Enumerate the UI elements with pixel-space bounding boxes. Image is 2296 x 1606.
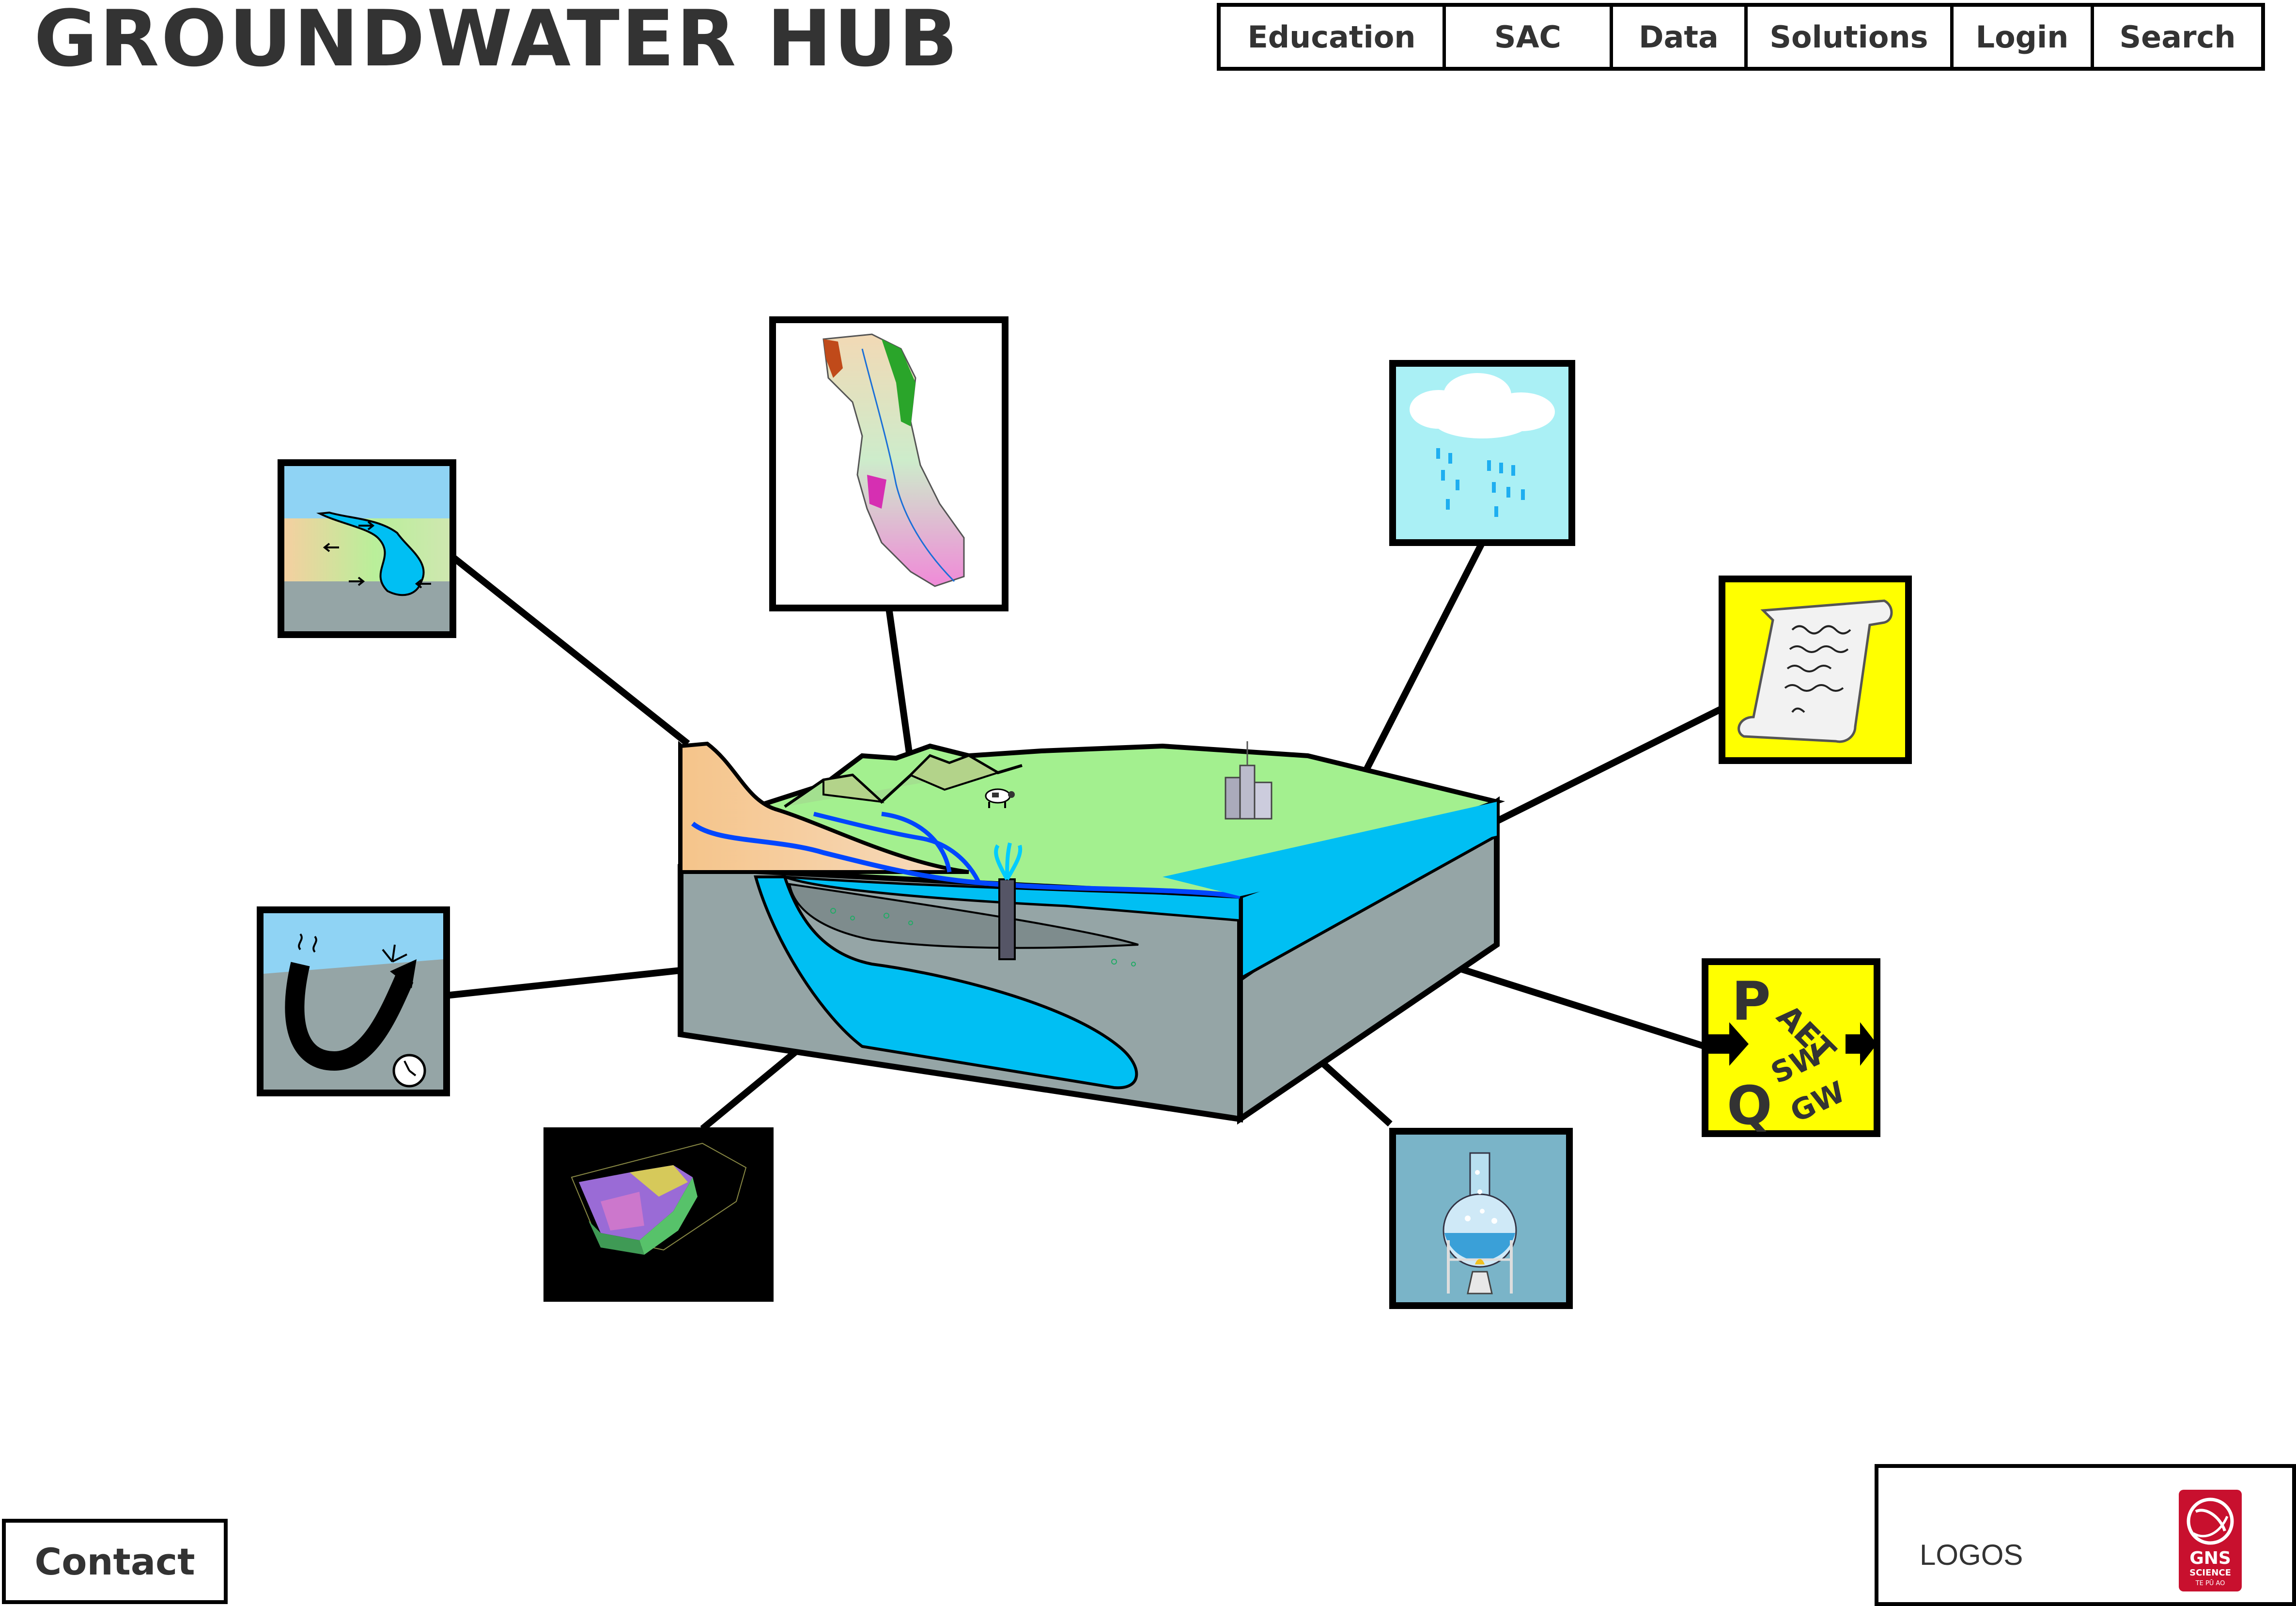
river-exchange-tile[interactable] [278,459,456,638]
aquifer-block-diagram [678,741,1505,1125]
connector-model [700,1046,802,1132]
3d-model-tile[interactable] [543,1127,774,1302]
connector-age [445,967,681,999]
connector-river [450,554,690,747]
policy-tile[interactable] [1719,576,1912,764]
connector-chemistry [1315,1056,1393,1127]
catchment-map-tile[interactable] [769,316,1008,611]
water-balance-tile[interactable]: P AET Q SW GW [1702,958,1880,1137]
gns-logo-maori: TE PŪ AO [2195,1580,2225,1587]
gns-logo-text: GNS [2189,1548,2231,1568]
groundwater-diagram: P AET Q SW GW [257,316,1912,1309]
connector-balance [1452,963,1706,1050]
well-casing [998,878,1016,960]
gns-science-logo[interactable]: GNS SCIENCE TE PŪ AO [2176,1487,2244,1594]
groundwater-age-tile[interactable] [257,906,450,1096]
term-q: Q [1727,1075,1772,1137]
logos-box: LOGOS GNS SCIENCE TE PŪ AO [1875,1464,2296,1606]
contact-button[interactable]: Contact [2,1519,228,1604]
rain-tile[interactable] [1389,360,1575,546]
connector-policy [1490,704,1726,827]
connector-map [885,608,914,764]
chemistry-tile[interactable] [1389,1128,1573,1309]
gns-logo-science: SCIENCE [2189,1568,2231,1578]
connector-rain [1358,541,1486,782]
term-p: P [1732,970,1771,1032]
logos-label: LOGOS [1920,1539,2023,1571]
